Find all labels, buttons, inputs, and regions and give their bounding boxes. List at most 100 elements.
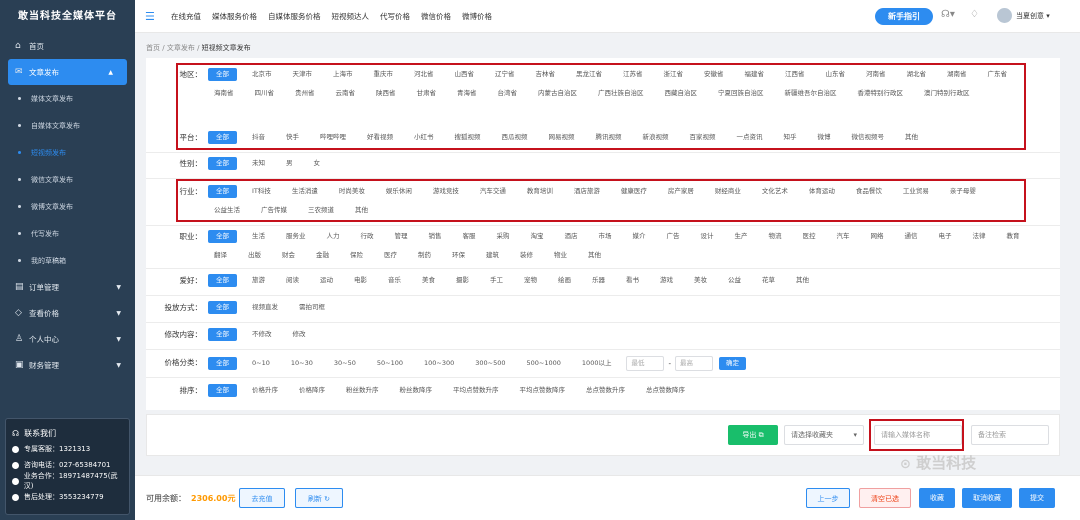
filter-option[interactable]: 0~10: [246, 357, 276, 370]
filter-option[interactable]: 50~100: [371, 357, 409, 370]
filter-option[interactable]: 运动: [314, 274, 339, 287]
filter-option[interactable]: 30~50: [328, 357, 362, 370]
filter-option[interactable]: 不修改: [246, 328, 278, 341]
filter-option[interactable]: 需拍司框: [293, 301, 331, 314]
filter-option[interactable]: 人力: [321, 230, 346, 243]
filter-option[interactable]: 未知: [246, 157, 271, 170]
filter-option[interactable]: 乐器: [586, 274, 611, 287]
filter-option[interactable]: 总点赞数升序: [580, 384, 631, 397]
top-nav-link-0[interactable]: 在线充值: [171, 12, 201, 21]
filter-option[interactable]: 生产: [729, 230, 754, 243]
filter-option[interactable]: 医控: [797, 230, 822, 243]
filter-option[interactable]: 绘画: [552, 274, 577, 287]
price-min-input[interactable]: 最低: [626, 356, 665, 371]
price-confirm-button[interactable]: 确定: [719, 357, 746, 370]
filter-option[interactable]: 阅读: [280, 274, 305, 287]
filter-option[interactable]: 采购: [491, 230, 516, 243]
filter-option[interactable]: 环保: [446, 249, 471, 262]
filter-option[interactable]: 翻译: [208, 249, 233, 262]
filter-option[interactable]: 音乐: [382, 274, 407, 287]
note-search-input[interactable]: 备注检索: [971, 425, 1049, 445]
filter-option[interactable]: 价格降序: [293, 384, 331, 397]
filter-option[interactable]: 财会: [276, 249, 301, 262]
filter-option[interactable]: 总点赞数降序: [640, 384, 691, 397]
top-nav-link-3[interactable]: 短视频达人: [332, 12, 370, 21]
filter-option[interactable]: 全部: [208, 328, 237, 341]
filter-option[interactable]: 美妆: [688, 274, 713, 287]
filter-option[interactable]: 视频直发: [246, 301, 284, 314]
filter-option[interactable]: 行政: [355, 230, 380, 243]
filter-option[interactable]: 管理: [389, 230, 414, 243]
sidebar-group-1[interactable]: ◇ 查看价格 ▼: [0, 300, 135, 326]
filter-option[interactable]: 10~30: [285, 357, 319, 370]
filter-option[interactable]: 平均点赞数升序: [447, 384, 505, 397]
filter-option[interactable]: 粉丝数升序: [340, 384, 385, 397]
filter-option[interactable]: 全部: [208, 157, 237, 170]
filter-option[interactable]: 酒店: [559, 230, 584, 243]
filter-option[interactable]: 全部: [208, 230, 237, 243]
filter-option[interactable]: 销售: [423, 230, 448, 243]
filter-option[interactable]: 物业: [548, 249, 573, 262]
refresh-button[interactable]: 刷新 ↻: [295, 488, 343, 508]
top-nav-link-4[interactable]: 代写价格: [380, 12, 410, 21]
user-menu[interactable]: 当夏创意 ▾: [1016, 11, 1050, 21]
sidebar-subitem-2[interactable]: 短视频发布: [0, 139, 135, 166]
headset-icon[interactable]: ☊▾: [941, 9, 955, 20]
filter-option[interactable]: 其他: [582, 249, 607, 262]
filter-option[interactable]: 客服: [457, 230, 482, 243]
filter-option[interactable]: 全部: [208, 384, 237, 397]
top-nav-link-6[interactable]: 微博价格: [462, 12, 492, 21]
filter-option[interactable]: 100~300: [418, 357, 460, 370]
filter-option[interactable]: 全部: [208, 357, 237, 370]
filter-option[interactable]: 物流: [763, 230, 788, 243]
sidebar-group-2[interactable]: ♙ 个人中心 ▼: [0, 326, 135, 352]
avatar[interactable]: [997, 8, 1012, 23]
favorites-select[interactable]: 请选择收藏夹 ▾: [784, 425, 864, 445]
sidebar-item-0[interactable]: ⌂ 首页: [0, 33, 135, 59]
filter-option[interactable]: 装修: [514, 249, 539, 262]
filter-option[interactable]: 出版: [242, 249, 267, 262]
filter-option[interactable]: 手工: [484, 274, 509, 287]
top-nav-link-5[interactable]: 微信价格: [421, 12, 451, 21]
sidebar-group-0[interactable]: ▤ 订单管理 ▼: [0, 274, 135, 300]
breadcrumb-home[interactable]: 首页: [146, 44, 160, 52]
filter-option[interactable]: 看书: [620, 274, 645, 287]
sidebar-subitem-1[interactable]: 自媒体文章发布: [0, 112, 135, 139]
filter-option[interactable]: 汽车: [831, 230, 856, 243]
sidebar-subitem-5[interactable]: 代写发布: [0, 220, 135, 247]
filter-option[interactable]: 电子: [933, 230, 958, 243]
filter-option[interactable]: 设计: [695, 230, 720, 243]
filter-option[interactable]: 花草: [756, 274, 781, 287]
sidebar-subitem-4[interactable]: 微博文章发布: [0, 193, 135, 220]
uncollect-button[interactable]: 取消收藏: [962, 488, 1012, 508]
filter-option[interactable]: 教育: [1001, 230, 1026, 243]
filter-option[interactable]: 通信: [899, 230, 924, 243]
filter-option[interactable]: 粉丝数降序: [394, 384, 439, 397]
top-nav-link-1[interactable]: 媒体服务价格: [212, 12, 257, 21]
clear-selected-button[interactable]: 清空已选: [859, 488, 911, 508]
filter-option[interactable]: 游戏: [654, 274, 679, 287]
sidebar-group-3[interactable]: ▣ 财务管理 ▼: [0, 352, 135, 378]
sidebar-subitem-0[interactable]: 媒体文章发布: [0, 85, 135, 112]
recharge-button[interactable]: 去充值: [239, 488, 285, 508]
filter-option[interactable]: 全部: [208, 301, 237, 314]
filter-option[interactable]: 金融: [310, 249, 335, 262]
filter-option[interactable]: 广告: [661, 230, 686, 243]
previous-step-button[interactable]: 上一步: [806, 488, 850, 508]
filter-option[interactable]: 其他: [790, 274, 815, 287]
filter-option[interactable]: 全部: [208, 274, 237, 287]
menu-toggle-icon[interactable]: ☰: [145, 10, 157, 23]
filter-option[interactable]: 保险: [344, 249, 369, 262]
filter-option[interactable]: 淘宝: [525, 230, 550, 243]
filter-option[interactable]: 网络: [865, 230, 890, 243]
filter-option[interactable]: 价格升序: [246, 384, 284, 397]
price-max-input[interactable]: 最高: [675, 356, 713, 371]
bell-icon[interactable]: ♢: [970, 9, 979, 20]
filter-option[interactable]: 生活: [246, 230, 271, 243]
sidebar-subitem-6[interactable]: 我的草稿箱: [0, 247, 135, 274]
filter-option[interactable]: 摄影: [450, 274, 475, 287]
filter-option[interactable]: 电影: [348, 274, 373, 287]
submit-button[interactable]: 提交: [1019, 488, 1055, 508]
top-nav-link-2[interactable]: 自媒体服务价格: [268, 12, 321, 21]
filter-option[interactable]: 医疗: [378, 249, 403, 262]
